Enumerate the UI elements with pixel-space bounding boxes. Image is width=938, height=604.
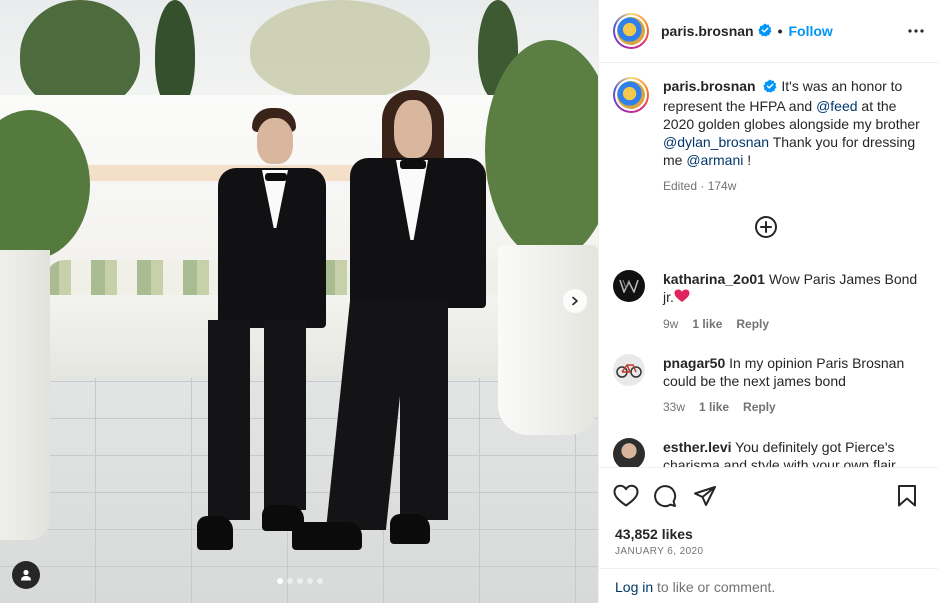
like-count[interactable]: 43,852 likes bbox=[615, 526, 693, 542]
mention-link[interactable]: @dylan_brosnan bbox=[663, 134, 769, 150]
caption-text: paris.brosnan It's was an honor to repre… bbox=[663, 77, 921, 195]
post-actions: 43,852 likes JANUARY 6, 2020 Log in to l… bbox=[599, 467, 938, 603]
action-icons bbox=[613, 484, 925, 510]
comment-body: esther.levi You definitely got Pierce's … bbox=[663, 438, 921, 467]
photo-vase bbox=[0, 250, 50, 540]
post-header: paris.brosnan • Follow bbox=[599, 0, 938, 63]
post-photo bbox=[0, 0, 598, 603]
person-leg bbox=[264, 320, 306, 510]
person-leg bbox=[400, 300, 448, 520]
carousel-next-button[interactable] bbox=[563, 289, 587, 313]
comment-item: katharina_2o01 Wow Paris James Bond jr. … bbox=[613, 270, 925, 333]
caption-meta: Edited · 174w bbox=[663, 179, 737, 193]
header-separator: • bbox=[777, 23, 783, 39]
person-bowtie bbox=[265, 173, 287, 181]
chevron-right-icon bbox=[572, 296, 578, 306]
avatar-frame bbox=[615, 15, 647, 47]
comment-age: 33w bbox=[663, 400, 686, 414]
comment-button[interactable] bbox=[653, 484, 677, 511]
comment-reply-button[interactable]: Reply bbox=[736, 315, 769, 333]
comment-meta: 33w 1 like Reply bbox=[663, 398, 921, 416]
person-shoe bbox=[390, 514, 430, 544]
load-more-comments-button[interactable] bbox=[754, 215, 778, 242]
caption-fragment: ! bbox=[743, 152, 752, 168]
post-date: JANUARY 6, 2020 bbox=[615, 546, 704, 557]
comment-username[interactable]: pnagar50 bbox=[663, 355, 725, 371]
verified-badge-icon bbox=[757, 23, 772, 40]
avatar-frame bbox=[615, 79, 647, 111]
person-bowtie bbox=[400, 160, 426, 169]
avatar-image bbox=[617, 17, 645, 45]
caption-username[interactable]: paris.brosnan bbox=[663, 78, 756, 94]
post-media[interactable] bbox=[0, 0, 598, 603]
comment-icon bbox=[654, 485, 677, 508]
person-shoe bbox=[292, 522, 362, 550]
commenter-avatar[interactable] bbox=[613, 354, 645, 386]
instagram-post: paris.brosnan • Follow paris.brosnan It'… bbox=[0, 0, 938, 603]
user-icon bbox=[21, 569, 31, 581]
comment-like-count[interactable]: 1 like bbox=[692, 315, 722, 333]
comment-reply-button[interactable]: Reply bbox=[743, 398, 776, 416]
verified-badge-icon bbox=[763, 79, 777, 97]
comment-item: esther.levi You definitely got Pierce's … bbox=[613, 438, 925, 467]
like-button[interactable] bbox=[613, 484, 639, 511]
comment-body: pnagar50 In my opinion Paris Brosnan cou… bbox=[663, 354, 921, 416]
carousel-dot bbox=[277, 578, 283, 584]
post-caption: paris.brosnan It's was an honor to repre… bbox=[613, 77, 925, 195]
comment-like-count[interactable]: 1 like bbox=[699, 398, 729, 416]
login-link[interactable]: Log in bbox=[615, 579, 653, 595]
plus-circle-icon bbox=[755, 216, 777, 238]
bookmark-icon bbox=[898, 485, 916, 507]
photo-tree bbox=[250, 0, 430, 100]
photo-tree bbox=[20, 0, 140, 110]
photo-vase bbox=[498, 245, 598, 435]
heart-icon bbox=[613, 484, 639, 507]
more-options-button[interactable] bbox=[907, 22, 925, 43]
w-logo-icon bbox=[619, 279, 639, 293]
carousel-dot bbox=[297, 578, 303, 584]
carousel-dot bbox=[307, 578, 313, 584]
person-leg bbox=[208, 320, 250, 520]
author-avatar[interactable] bbox=[613, 13, 649, 49]
comments-section[interactable]: paris.brosnan It's was an honor to repre… bbox=[599, 63, 938, 467]
commenter-avatar[interactable] bbox=[613, 270, 645, 302]
comment-body: katharina_2o01 Wow Paris James Bond jr. … bbox=[663, 270, 921, 333]
commenter-avatar[interactable] bbox=[613, 438, 645, 467]
carousel-indicator bbox=[277, 578, 323, 584]
comment-item: pnagar50 In my opinion Paris Brosnan cou… bbox=[613, 354, 925, 416]
person-head bbox=[394, 100, 432, 158]
comment-username[interactable]: katharina_2o01 bbox=[663, 271, 765, 287]
author-username[interactable]: paris.brosnan bbox=[661, 23, 754, 39]
paper-plane-icon bbox=[694, 486, 716, 506]
red-heart-icon bbox=[674, 289, 690, 307]
login-prompt: Log in to like or comment. bbox=[599, 568, 938, 604]
photo-tree bbox=[155, 0, 195, 110]
mention-link[interactable]: @feed bbox=[816, 98, 857, 114]
share-button[interactable] bbox=[693, 484, 717, 511]
person-head bbox=[257, 118, 293, 164]
tagged-users-button[interactable] bbox=[12, 561, 40, 589]
avatar-image bbox=[617, 81, 645, 109]
person-shoe bbox=[197, 516, 233, 550]
login-prompt-text: to like or comment. bbox=[653, 579, 776, 595]
comment-age: 9w bbox=[663, 317, 679, 331]
mention-link[interactable]: @armani bbox=[686, 152, 743, 168]
save-button[interactable] bbox=[897, 484, 917, 511]
bicycle-icon bbox=[616, 364, 642, 378]
post-side-panel: paris.brosnan • Follow paris.brosnan It'… bbox=[598, 0, 938, 603]
follow-button[interactable]: Follow bbox=[789, 23, 833, 39]
carousel-dot bbox=[287, 578, 293, 584]
comment-username[interactable]: esther.levi bbox=[663, 439, 732, 455]
more-horizontal-icon bbox=[908, 29, 924, 33]
comment-meta: 9w 1 like Reply bbox=[663, 315, 921, 333]
caption-avatar[interactable] bbox=[613, 77, 649, 113]
carousel-dot bbox=[317, 578, 323, 584]
